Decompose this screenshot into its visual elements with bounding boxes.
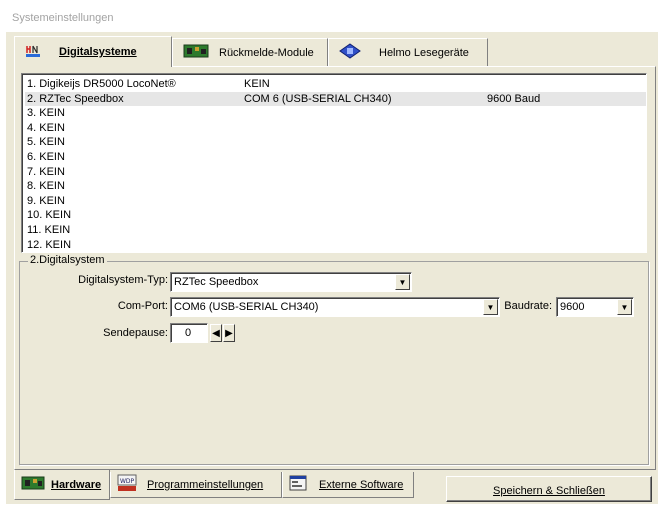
sendepause-input[interactable]: 0 — [170, 323, 208, 343]
tab-hardware[interactable]: Hardware — [14, 470, 110, 500]
type-label: Digitalsystem-Typ: — [78, 274, 168, 286]
list-item[interactable]: 6. KEIN — [25, 150, 646, 165]
chevron-down-icon[interactable]: ▼ — [617, 299, 632, 315]
settings-window: Systemeinstellungen Digitalsysteme Rückm… — [6, 6, 658, 504]
groupbox-legend: 2.Digitalsystem — [28, 254, 107, 266]
system-type-select[interactable]: RZTec Speedbox ▼ — [170, 272, 412, 292]
digitalsystem-groupbox: 2.Digitalsystem Digitalsystem-Typ: RZTec… — [19, 254, 649, 465]
tab-rueckmelde-module-label: Rückmelde-Module — [219, 46, 314, 59]
sendepause-label: Sendepause: — [103, 327, 168, 339]
window-title: Systemeinstellungen — [6, 6, 658, 32]
arrow-left-icon[interactable]: ◀ — [210, 324, 222, 342]
arrow-right-icon[interactable]: ▶ — [223, 324, 235, 342]
digital-systems-list[interactable]: 1. Digikeijs DR5000 LocoNet® KEIN 2. RZTe… — [21, 73, 647, 253]
feedback-module-icon — [183, 43, 209, 62]
tab-externe-software-label: Externe Software — [319, 478, 404, 491]
list-item[interactable]: 10. KEIN — [25, 208, 646, 223]
comport-label: Com-Port: — [117, 300, 168, 312]
list-item[interactable]: 3. KEIN — [25, 106, 646, 121]
list-item[interactable]: 7. KEIN — [25, 165, 646, 180]
tab-digitalsysteme-label: Digitalsysteme — [59, 46, 137, 58]
chevron-down-icon[interactable]: ▼ — [483, 299, 498, 315]
tab-digitalsysteme[interactable]: Digitalsysteme — [14, 36, 172, 67]
tab-hardware-label: Hardware — [51, 478, 102, 491]
tab-helmo-lesegeraete-label: Helmo Lesegeräte — [379, 46, 469, 59]
baudrate-select[interactable]: 9600 ▼ — [556, 297, 634, 317]
comport-value: COM6 (USB-SERIAL CH340) — [174, 301, 319, 313]
baudrate-label: Baudrate: — [504, 300, 552, 312]
tab-externe-software[interactable]: Externe Software — [282, 472, 414, 498]
baudrate-value: 9600 — [560, 301, 585, 313]
wdp-settings-icon: WDP — [117, 474, 137, 495]
reader-device-icon — [339, 43, 361, 62]
comport-select[interactable]: COM6 (USB-SERIAL CH340) ▼ — [170, 297, 500, 317]
svg-text:WDP: WDP — [120, 478, 135, 485]
hardware-board-icon — [21, 475, 45, 494]
circuit-board-icon — [25, 44, 41, 61]
tab-programmeinstellungen[interactable]: WDP Programmeinstellungen — [110, 472, 282, 498]
top-tab-bar: Digitalsysteme Rückmelde-Module Helmo Le… — [14, 36, 654, 67]
digitalsysteme-panel: 1. Digikeijs DR5000 LocoNet® KEIN 2. RZTe… — [14, 66, 656, 470]
list-item[interactable]: 4. KEIN — [25, 121, 646, 136]
system-type-value: RZTec Speedbox — [174, 276, 259, 288]
save-and-close-button[interactable]: Speichern & Schließen — [446, 476, 652, 502]
list-item-selected[interactable]: 2. RZTec Speedbox COM 6 (USB-SERIAL CH340… — [25, 91, 646, 107]
tab-helmo-lesegeraete[interactable]: Helmo Lesegeräte — [328, 38, 488, 66]
list-item[interactable]: 9. KEIN — [25, 194, 646, 209]
tab-programmeinstellungen-label: Programmeinstellungen — [147, 478, 264, 491]
save-and-close-label: Speichern & Schließen — [493, 485, 605, 497]
list-item[interactable]: 8. KEIN — [25, 179, 646, 194]
list-item[interactable]: 1. Digikeijs DR5000 LocoNet® KEIN — [25, 77, 646, 92]
external-software-icon — [289, 475, 307, 494]
list-item[interactable]: 12. KEIN — [25, 238, 646, 253]
sendepause-value: 0 — [185, 327, 192, 339]
list-item[interactable]: 11. KEIN — [25, 223, 646, 238]
list-item[interactable]: 5. KEIN — [25, 135, 646, 150]
tab-rueckmelde-module[interactable]: Rückmelde-Module — [172, 38, 328, 66]
chevron-down-icon[interactable]: ▼ — [395, 274, 410, 290]
